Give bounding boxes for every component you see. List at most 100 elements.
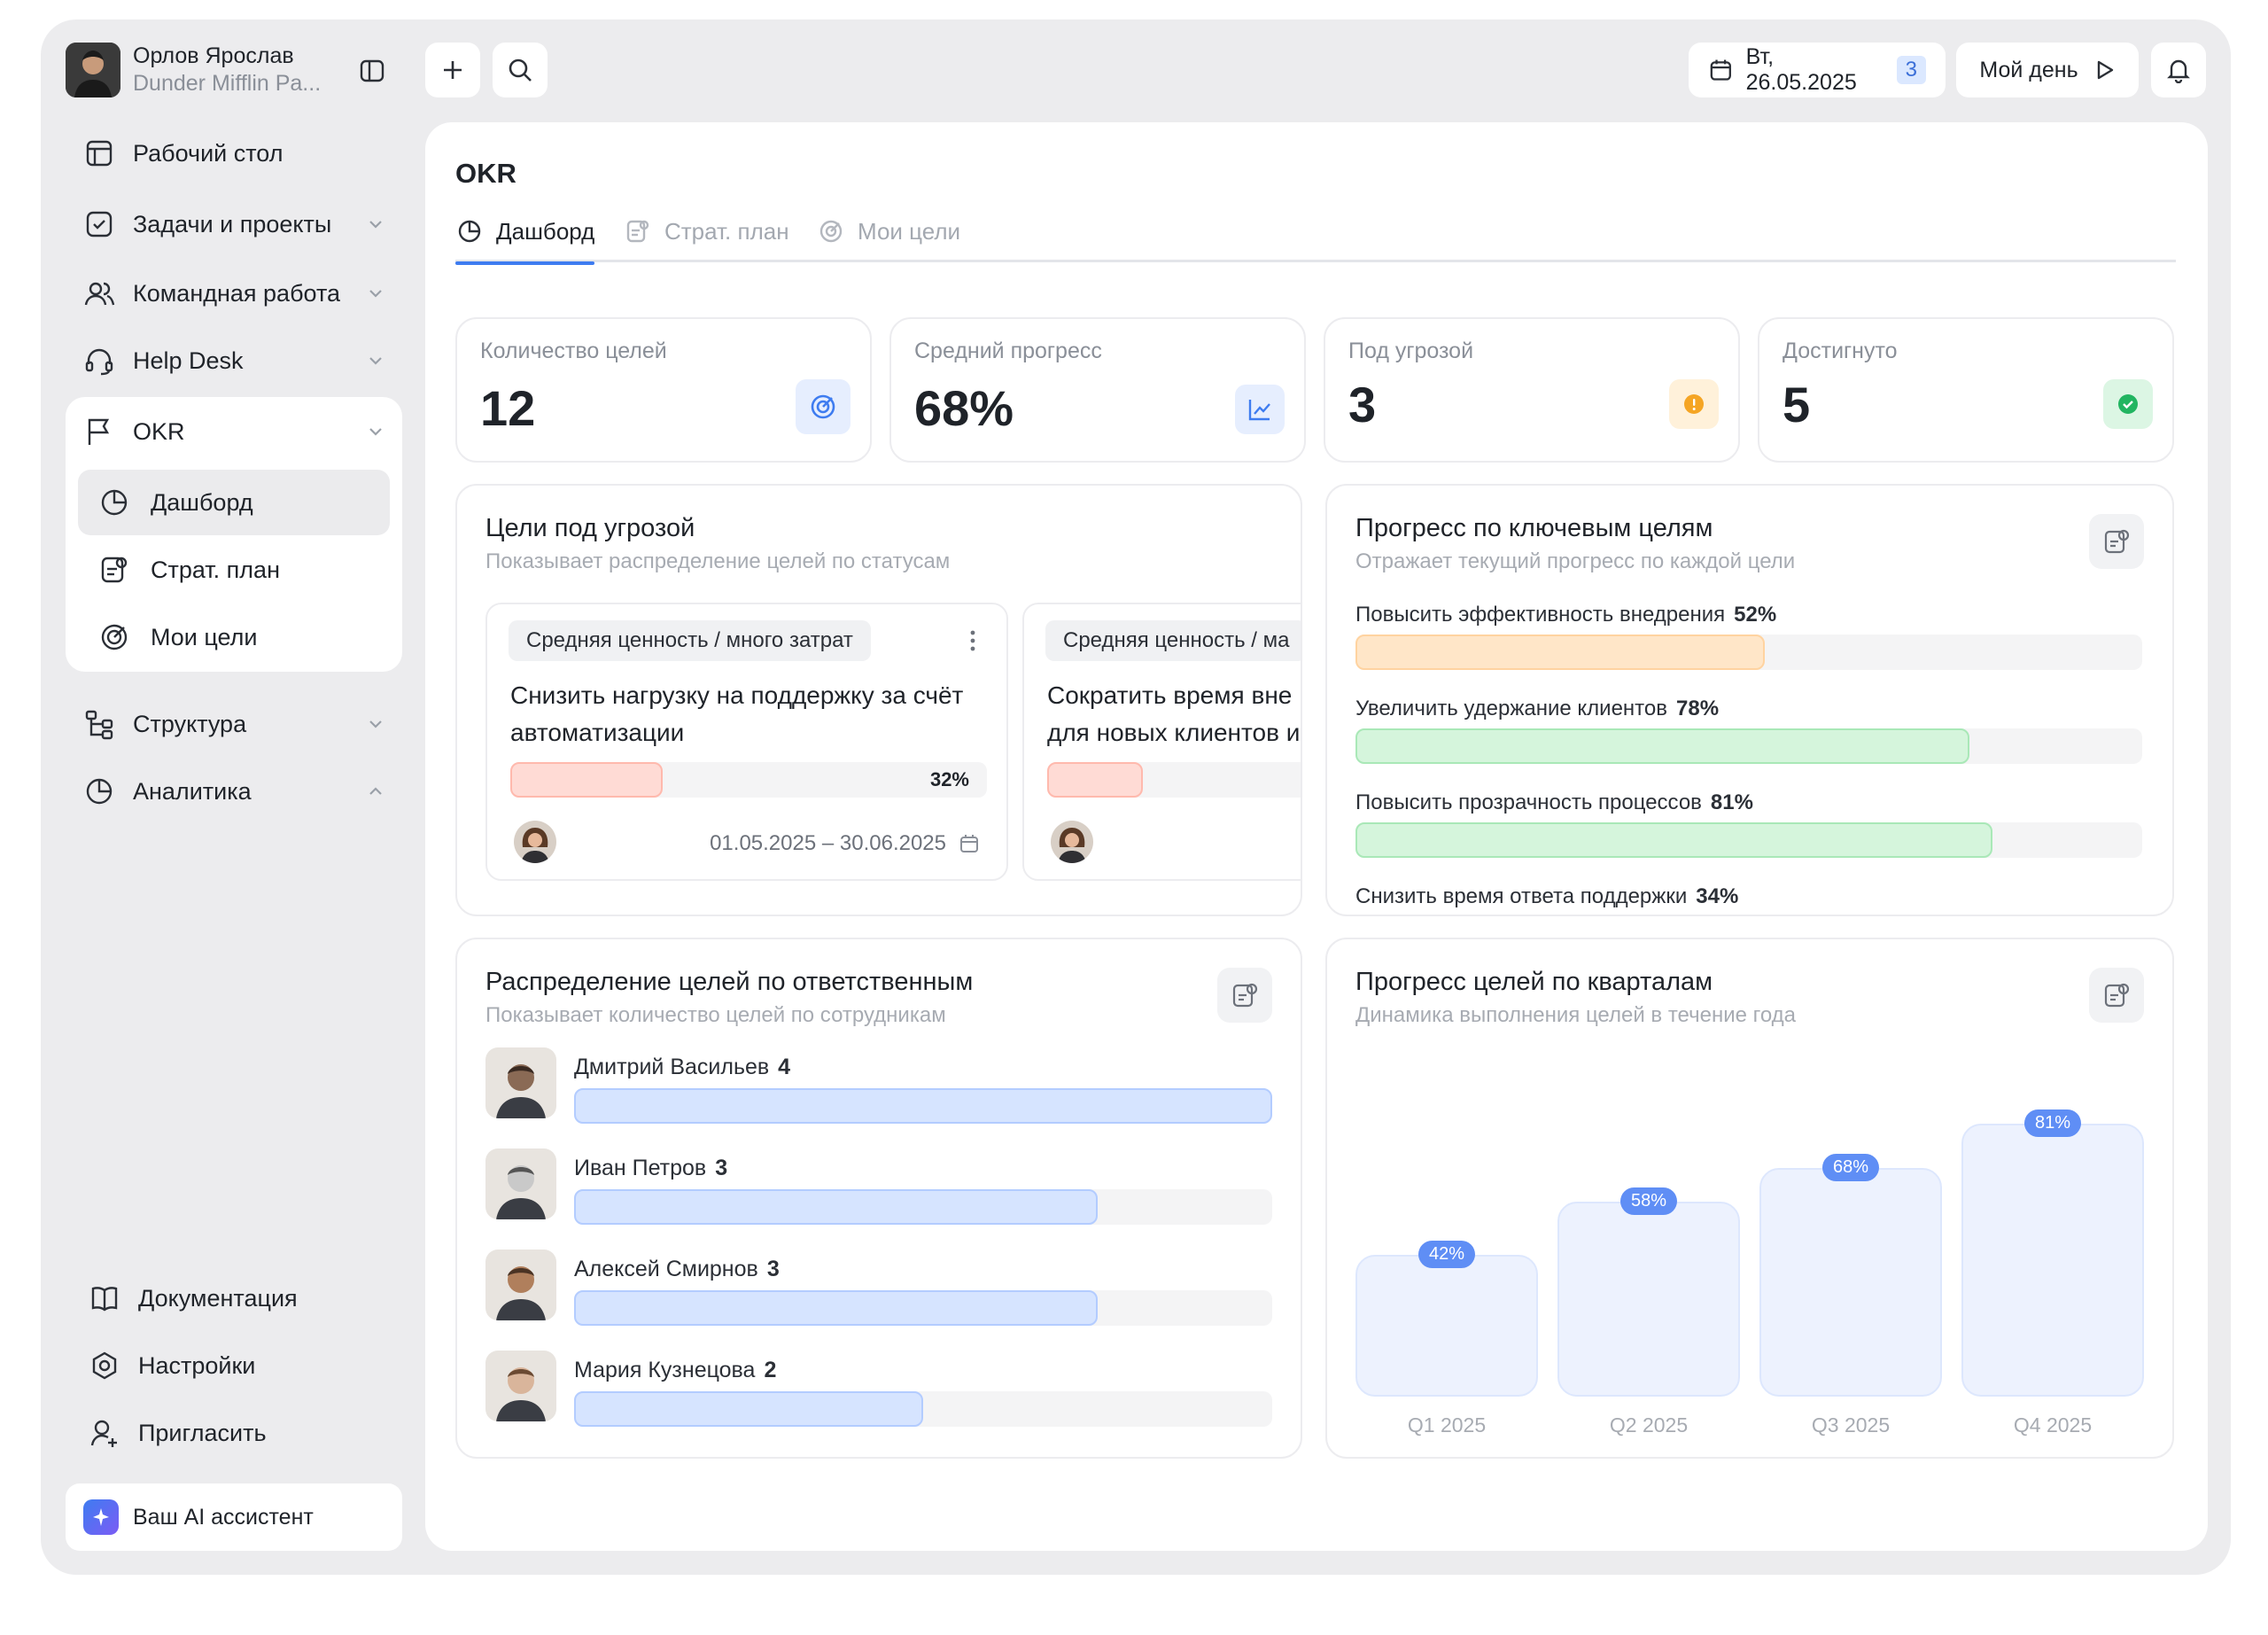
avatar bbox=[485, 1351, 556, 1421]
key-goal-progress-track bbox=[1355, 728, 2142, 764]
tab-label: Дашборд bbox=[496, 218, 595, 245]
stat-label: Достигнуто bbox=[1783, 339, 1898, 363]
check-icon bbox=[2103, 379, 2153, 429]
avatar bbox=[485, 1250, 556, 1320]
chevron-down-icon bbox=[369, 290, 382, 298]
owner-name: Мария Кузнецова bbox=[574, 1358, 756, 1382]
task-check-icon bbox=[86, 211, 113, 237]
sidebar-item-team[interactable]: Командная работа bbox=[66, 262, 402, 324]
target-icon bbox=[796, 379, 850, 434]
chart-bar[interactable]: 68% bbox=[1759, 1153, 1942, 1397]
sidebar-item-okr[interactable]: OKR bbox=[41, 401, 377, 463]
stat-value: 5 bbox=[1783, 377, 1811, 432]
card-subtitle: Отражает текущий прогресс по каждой цели bbox=[1355, 549, 1796, 573]
my-day-button[interactable]: Мой день bbox=[1956, 43, 2139, 97]
key-goal-progress-fill bbox=[1355, 635, 1765, 670]
chart-bar[interactable]: 42% bbox=[1355, 1241, 1538, 1397]
notifications-button[interactable] bbox=[2151, 43, 2206, 97]
risk-goal-card[interactable]: Средняя ценность / много затрат Снизить … bbox=[485, 603, 1008, 881]
chart-data-label: 42% bbox=[1418, 1241, 1476, 1269]
key-goal-progress-fill bbox=[1355, 728, 1969, 764]
stat-label: Средний прогресс bbox=[914, 339, 1102, 363]
sidebar-item-desktop[interactable]: Рабочий стол bbox=[66, 122, 402, 184]
key-goal-label: Увеличить удержание клиентов 78% bbox=[1355, 697, 1719, 721]
owner-label: Дмитрий Васильев 4 bbox=[574, 1055, 790, 1080]
headset-icon bbox=[85, 348, 113, 376]
date-count-badge: 3 bbox=[1896, 56, 1926, 84]
report-icon[interactable] bbox=[1217, 968, 1272, 1023]
risk-progress-fill bbox=[510, 762, 664, 798]
stat-label: Под угрозой bbox=[1348, 339, 1474, 363]
sidebar-subitem-strat-plan[interactable]: Страт. план bbox=[78, 537, 390, 603]
card-title: Распределение целей по ответственным bbox=[485, 968, 974, 996]
add-button[interactable] bbox=[425, 43, 480, 97]
report-icon[interactable] bbox=[2089, 514, 2144, 569]
stat-card-avg-progress: Средний прогресс 68% bbox=[889, 317, 1306, 463]
search-button[interactable] bbox=[493, 43, 548, 97]
stat-card-achieved: Достигнуто 5 bbox=[1758, 317, 2174, 463]
key-goal-progress-track bbox=[1355, 822, 2142, 858]
key-goal-name: Повысить эффективность внедрения bbox=[1355, 603, 1726, 627]
tab-my-goals[interactable]: Мои цели bbox=[817, 218, 960, 262]
card-title: Цели под угрозой bbox=[485, 514, 695, 542]
page-title: OKR bbox=[455, 158, 517, 189]
quarterly-progress-card: Прогресс целей по кварталам Динамика вып… bbox=[1325, 938, 2174, 1459]
date-button[interactable]: Вт, 26.05.2025 3 bbox=[1689, 43, 1946, 97]
sidebar-bottom: Документация Настройки Пригласить bbox=[66, 1267, 402, 1447]
avatar bbox=[514, 821, 556, 863]
user-profile[interactable]: Орлов Ярослав Dunder Mifflin Pa... bbox=[66, 43, 321, 97]
sidebar-item-settings[interactable]: Настройки bbox=[66, 1335, 402, 1397]
sidebar-item-helpdesk[interactable]: Help Desk bbox=[66, 330, 402, 392]
chart-tick-label: Q1 2025 bbox=[1407, 1413, 1487, 1436]
tab-label: Мои цели bbox=[858, 218, 961, 245]
tab-strat-plan[interactable]: Страт. план bbox=[624, 218, 789, 262]
sidebar-item-docs[interactable]: Документация bbox=[66, 1267, 402, 1329]
goal-dates-text: 01.05.2025 – 30.06.2025 bbox=[710, 831, 946, 855]
sidebar-subitem-dashboard[interactable]: Дашборд bbox=[78, 470, 390, 535]
pie-chart-icon bbox=[86, 778, 113, 805]
my-day-label: Мой день bbox=[1979, 57, 2078, 82]
sidebar-item-tasks[interactable]: Задачи и проекты bbox=[66, 193, 402, 255]
main-panel: OKR Дашборд Страт. план Мои цели Количес… bbox=[425, 122, 2208, 1551]
stat-card-at-risk: Под угрозой 3 bbox=[1324, 317, 1740, 463]
sidebar-subitem-my-goals[interactable]: Мои цели bbox=[78, 604, 390, 670]
pie-chart-icon bbox=[458, 220, 481, 243]
sidebar-item-label: Аналитика bbox=[133, 777, 252, 805]
sidebar-item-structure[interactable]: Структура bbox=[66, 693, 402, 755]
sidebar-item-label: Рабочий стол bbox=[133, 139, 284, 167]
more-vertical-icon[interactable] bbox=[969, 629, 976, 652]
chart-data-label: 68% bbox=[1821, 1153, 1880, 1181]
ai-assistant-button[interactable]: Ваш AI ассистент bbox=[66, 1483, 402, 1551]
owner-count: 3 bbox=[766, 1257, 780, 1281]
owner-bar-fill bbox=[574, 1290, 1098, 1326]
sidebar-item-invite[interactable]: Пригласить bbox=[66, 1402, 402, 1464]
tab-label: Страт. план bbox=[664, 218, 789, 245]
chart-tick-label: Q3 2025 bbox=[1811, 1413, 1891, 1436]
okr-section: OKR Дашборд Страт. план Мои цели bbox=[66, 397, 402, 672]
key-goals-progress-card: Прогресс по ключевым целям Отражает теку… bbox=[1325, 484, 2174, 916]
chart-bar[interactable]: 81% bbox=[1961, 1109, 2144, 1397]
avatar bbox=[485, 1047, 556, 1118]
sidebar-toggle-icon[interactable] bbox=[356, 55, 388, 87]
date-text: Вт, 26.05.2025 bbox=[1745, 44, 1857, 95]
stat-value: 68% bbox=[914, 380, 1014, 436]
sidebar-item-label: Задачи и проекты bbox=[133, 210, 332, 237]
sidebar-item-label: Документация bbox=[138, 1284, 298, 1312]
stat-card-goals-count: Количество целей 12 bbox=[455, 317, 872, 463]
owner-bar-track bbox=[574, 1189, 1272, 1225]
card-subtitle: Показывает количество целей по сотрудник… bbox=[485, 1003, 946, 1027]
sidebar-item-analytics[interactable]: Аналитика bbox=[66, 760, 402, 822]
key-goal-percent: 81% bbox=[1710, 790, 1753, 814]
avatar bbox=[1051, 821, 1093, 863]
app-window: Орлов Ярослав Dunder Mifflin Pa... Вт, 2… bbox=[41, 19, 2231, 1575]
bell-icon bbox=[2167, 59, 2190, 83]
chart-bar[interactable]: 58% bbox=[1557, 1187, 1740, 1397]
risk-progress-track: 32% bbox=[510, 762, 987, 798]
tab-dashboard[interactable]: Дашборд bbox=[455, 218, 595, 265]
chevron-down-icon[interactable] bbox=[365, 421, 386, 442]
chevron-down-icon bbox=[369, 720, 382, 728]
risk-goal-card[interactable]: Средняя ценность / ма Сократить время вн… bbox=[1022, 603, 1301, 881]
sidebar-item-label: Командная работа bbox=[133, 279, 341, 307]
owner-count: 4 bbox=[778, 1055, 791, 1079]
key-goal-name: Повысить прозрачность процессов bbox=[1355, 790, 1702, 814]
